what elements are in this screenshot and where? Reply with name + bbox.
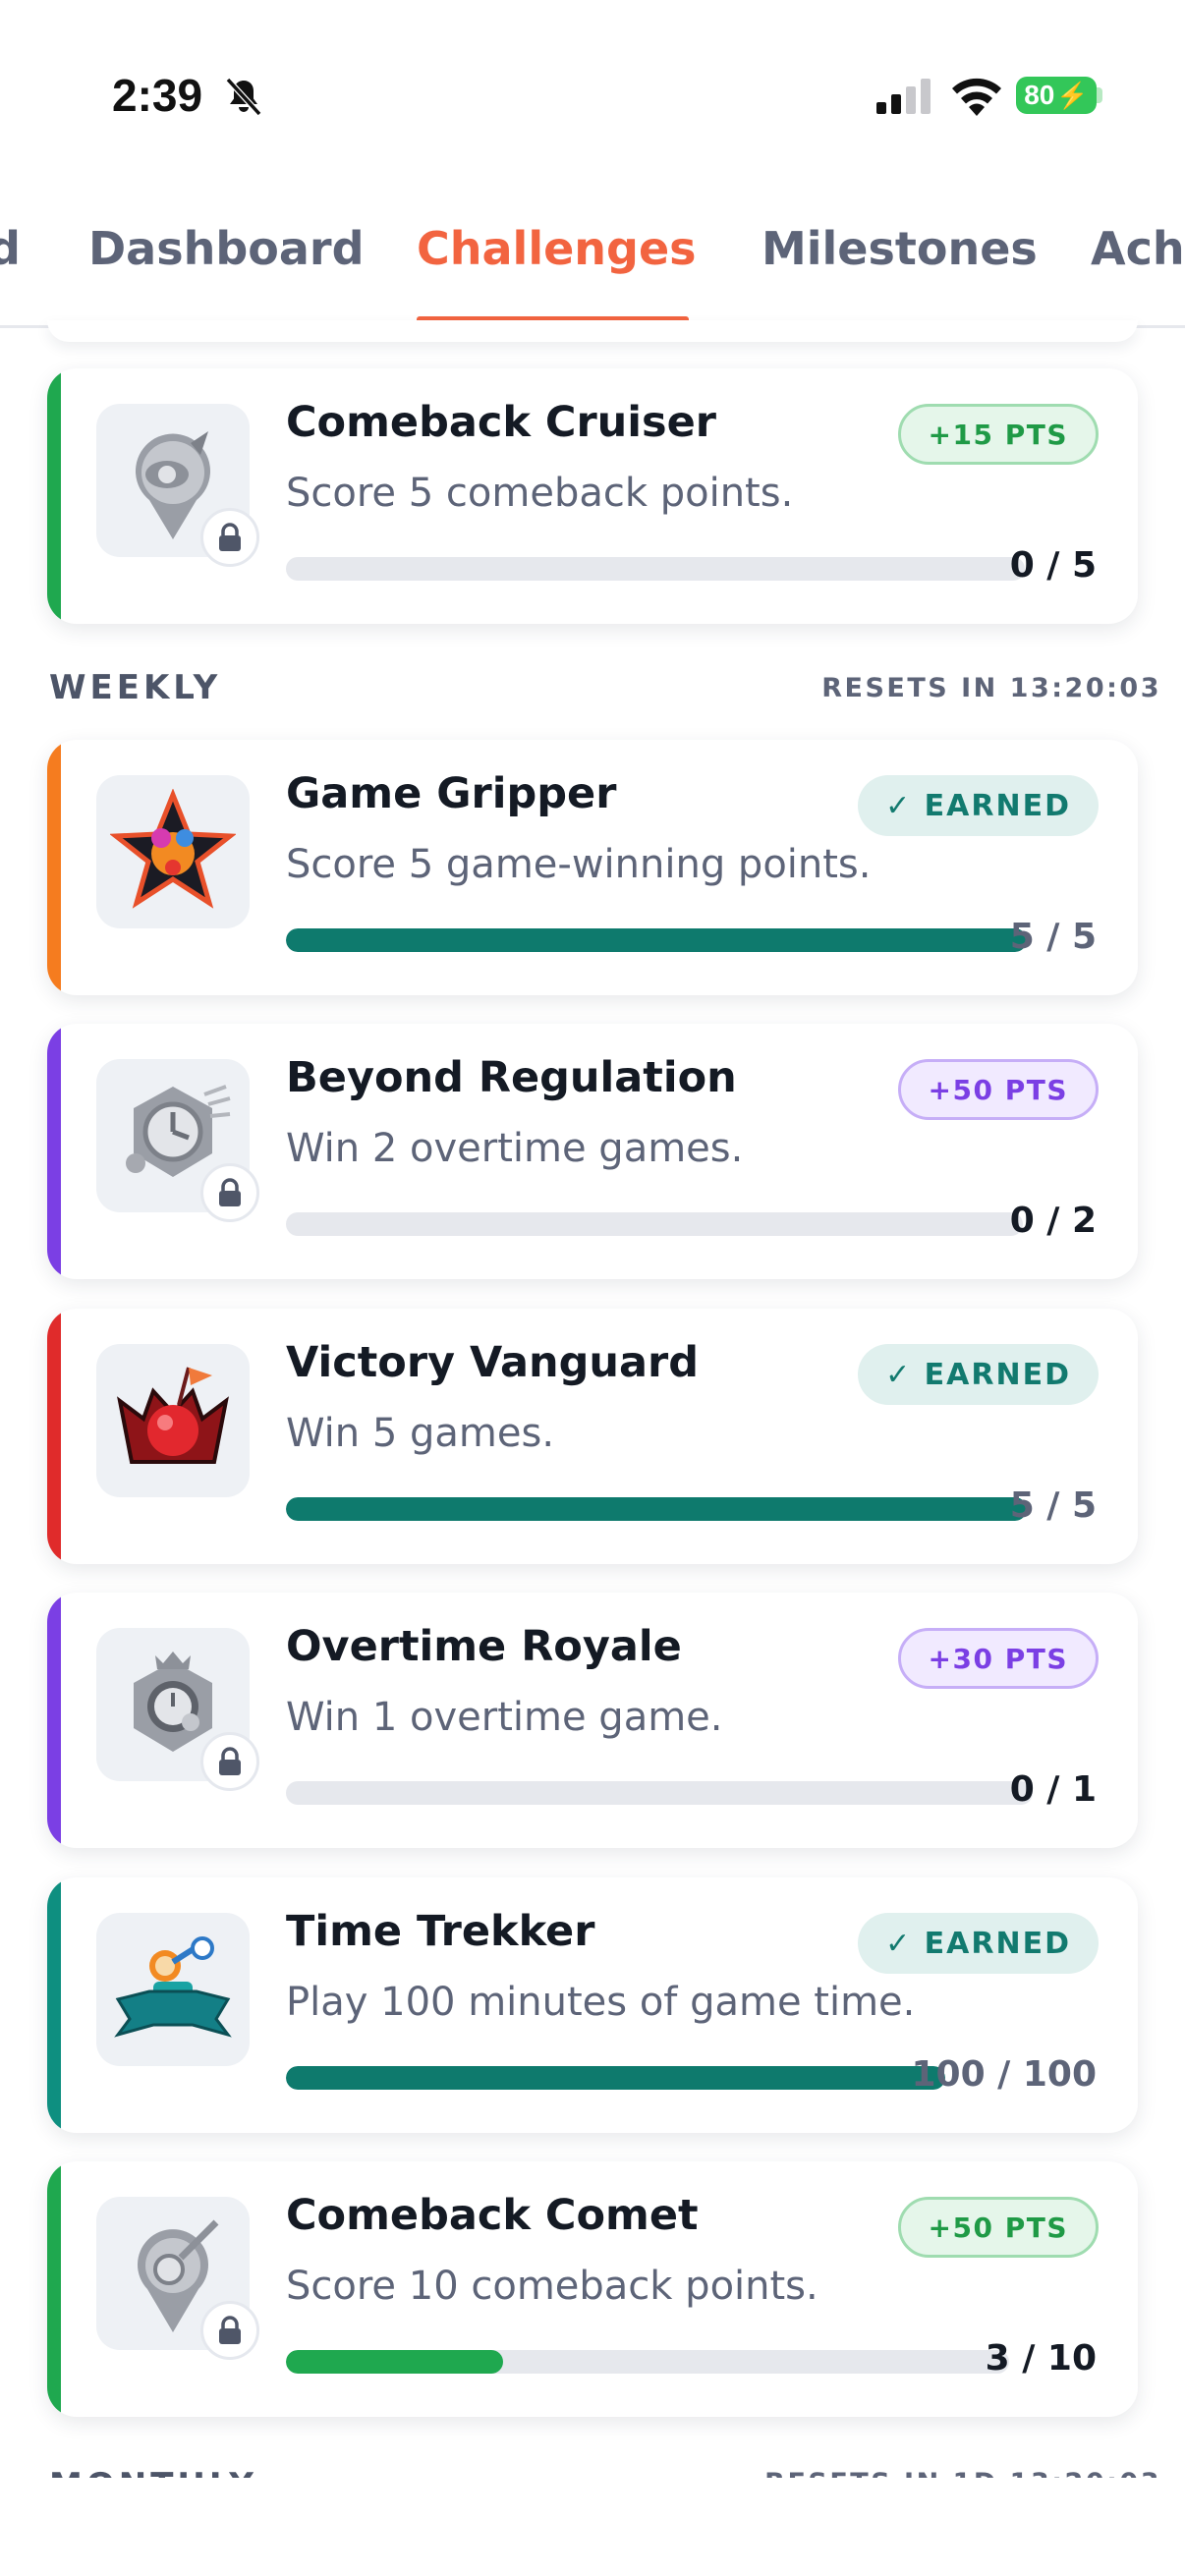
game-gripper-badge-icon — [110, 789, 236, 909]
challenge-description: Win 5 games. — [286, 1411, 555, 1456]
challenge-title: Time Trekker — [286, 1907, 595, 1956]
lock-icon — [200, 2301, 259, 2360]
progress-count: 0 / 5 — [1009, 545, 1097, 586]
challenge-description: Score 5 comeback points. — [286, 471, 794, 516]
progress-bar — [286, 1497, 1027, 1521]
victory-vanguard-badge-icon — [117, 1367, 229, 1464]
challenge-title: Beyond Regulation — [286, 1053, 737, 1102]
challenge-description: Score 5 game-winning points. — [286, 842, 872, 887]
bell-muted-icon — [225, 77, 262, 117]
challenge-card[interactable]: Comeback Comet Score 10 comeback points.… — [47, 2161, 1138, 2417]
progress-fill — [286, 928, 1027, 952]
badge-container — [96, 1913, 250, 2066]
section-reset-timer: RESETS IN 1D 13:20:03 — [764, 2468, 1161, 2478]
time-trekker-badge-icon — [114, 1936, 232, 2038]
card-accent-stripe — [47, 1024, 61, 1279]
progress-bar — [286, 1212, 1023, 1236]
card-accent-stripe — [47, 1309, 61, 1564]
progress-count: 0 / 2 — [1009, 1201, 1097, 1241]
tab-bar: d Dashboard Challenges Milestones Achi — [0, 187, 1185, 328]
points-badge: +50 PTS — [897, 1059, 1099, 1120]
progress-fill — [286, 2066, 945, 2090]
challenge-description: Score 10 comeback points. — [286, 2264, 818, 2309]
progress-count: 5 / 5 — [1009, 1485, 1097, 1526]
card-accent-stripe — [47, 740, 61, 995]
card-accent-stripe — [47, 2161, 61, 2417]
progress-bar — [286, 928, 1027, 952]
earned-badge: ✓ EARNED — [858, 1344, 1099, 1405]
battery-nub — [1097, 87, 1102, 103]
challenge-card[interactable]: Beyond Regulation Win 2 overtime games. … — [47, 1024, 1138, 1279]
progress-bar — [286, 557, 1025, 581]
monthly-header-clip: MONTHLY RESETS IN 1D 13:20:03 — [0, 2456, 1185, 2478]
tab-achievements[interactable]: Achi — [1091, 222, 1185, 275]
progress-fill — [286, 1497, 1027, 1521]
tab-milestones[interactable]: Milestones — [762, 222, 1038, 275]
challenge-card[interactable]: Victory Vanguard Win 5 games. ✓ EARNED 5… — [47, 1309, 1138, 1564]
section-title-monthly: MONTHLY — [49, 2466, 257, 2478]
progress-count: 100 / 100 — [911, 2054, 1097, 2095]
card-accent-stripe — [47, 1593, 61, 1848]
challenge-card[interactable]: Overtime Royale Win 1 overtime game. +30… — [47, 1593, 1138, 1848]
challenge-description: Play 100 minutes of game time. — [286, 1980, 916, 2025]
challenge-title: Game Gripper — [286, 769, 617, 818]
progress-bar — [286, 1781, 1033, 1805]
status-time: 2:39 — [112, 70, 203, 121]
earned-badge: ✓ EARNED — [858, 775, 1099, 836]
points-badge: +30 PTS — [897, 1628, 1099, 1689]
status-bar: 2:39 80 ⚡ — [0, 0, 1185, 187]
progress-bar — [286, 2350, 1009, 2374]
badge-container — [96, 1344, 250, 1497]
previous-card-edge — [47, 320, 1138, 342]
section-title-weekly: WEEKLY — [49, 668, 222, 707]
challenge-title: Victory Vanguard — [286, 1338, 700, 1387]
progress-count: 5 / 5 — [1009, 917, 1097, 957]
section-reset-timer: RESETS IN 13:20:03 — [821, 673, 1161, 703]
progress-count: 3 / 10 — [985, 2338, 1097, 2379]
progress-fill — [286, 2350, 503, 2374]
card-accent-stripe — [47, 1877, 61, 2133]
points-badge: +50 PTS — [897, 2197, 1099, 2258]
challenge-card[interactable]: Comeback Cruiser Score 5 comeback points… — [47, 368, 1138, 624]
cellular-signal-icon — [876, 79, 931, 114]
battery-indicator: 80 ⚡ — [1016, 77, 1097, 114]
challenge-card[interactable]: Time Trekker Play 100 minutes of game ti… — [47, 1877, 1138, 2133]
challenge-title: Overtime Royale — [286, 1622, 682, 1671]
progress-count: 0 / 1 — [1009, 1769, 1097, 1810]
card-accent-stripe — [47, 368, 61, 624]
challenge-title: Comeback Cruiser — [286, 398, 716, 447]
progress-bar — [286, 2066, 945, 2090]
challenge-title: Comeback Comet — [286, 2191, 699, 2240]
lock-icon — [200, 508, 259, 567]
earned-badge: ✓ EARNED — [858, 1913, 1099, 1974]
challenge-description: Win 1 overtime game. — [286, 1695, 723, 1740]
tab-challenges[interactable]: Challenges — [417, 222, 697, 275]
badge-container — [96, 775, 250, 928]
points-badge: +15 PTS — [897, 404, 1099, 465]
battery-level: 80 — [1024, 80, 1055, 110]
wifi-icon — [952, 78, 1001, 116]
challenge-description: Win 2 overtime games. — [286, 1126, 744, 1171]
tab-cut-left[interactable]: d — [0, 222, 21, 275]
challenge-card[interactable]: Game Gripper Score 5 game-winning points… — [47, 740, 1138, 995]
charging-bolt-icon: ⚡ — [1056, 80, 1089, 110]
tab-dashboard[interactable]: Dashboard — [88, 222, 365, 275]
lock-icon — [200, 1732, 259, 1791]
lock-icon — [200, 1163, 259, 1222]
